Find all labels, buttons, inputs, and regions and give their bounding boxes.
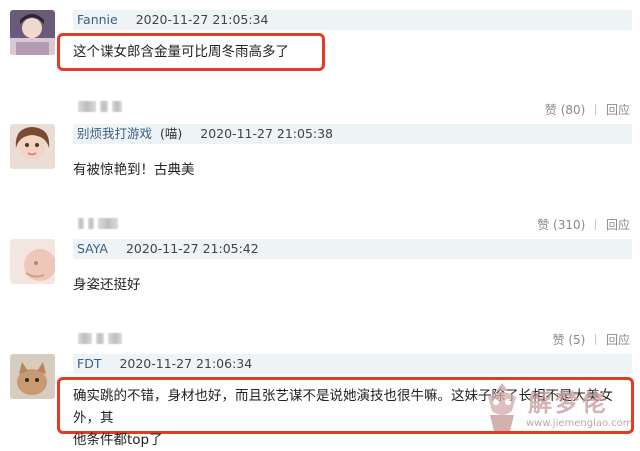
- user-note: (喵): [160, 126, 183, 141]
- comment-header: SAYA 2020-11-27 21:05:42: [73, 239, 632, 259]
- reply-button[interactable]: 回应: [606, 103, 630, 117]
- comment-timestamp: 2020-11-27 21:05:34: [135, 12, 269, 27]
- like-button[interactable]: 赞 (310): [537, 218, 585, 232]
- watermark-url: www.jiemenglao.com: [526, 418, 633, 429]
- avatar[interactable]: [10, 239, 55, 284]
- blurred-content: [78, 96, 126, 112]
- avatar[interactable]: [10, 10, 55, 55]
- comment-actions: 赞 (5) 回应: [553, 331, 631, 348]
- divider: [595, 219, 597, 230]
- username-link[interactable]: SAYA: [77, 241, 108, 256]
- reply-button[interactable]: 回应: [606, 218, 630, 232]
- watermark-title: 解梦佬: [528, 389, 609, 417]
- comment-header: Fannie 2020-11-27 21:05:34: [73, 10, 632, 30]
- comment-text: 这个谍女郎含金量可比周冬雨高多了: [73, 44, 289, 60]
- blurred-content: [78, 213, 122, 229]
- comment-actions: 赞 (310) 回应: [537, 216, 630, 233]
- comment-text: 身姿还挺好: [73, 277, 141, 293]
- like-button[interactable]: 赞 (80): [545, 103, 585, 117]
- comment-actions: 赞 (80) 回应: [545, 101, 630, 118]
- avatar[interactable]: [10, 124, 55, 169]
- avatar[interactable]: [10, 354, 55, 399]
- divider: [595, 104, 597, 115]
- comment-text: 有被惊艳到！古典美: [73, 162, 195, 178]
- comment-header: 别烦我打游戏 (喵) 2020-11-27 21:05:38: [73, 124, 632, 144]
- like-button[interactable]: 赞 (5): [553, 333, 586, 347]
- divider: [595, 334, 597, 345]
- username-link[interactable]: FDT: [77, 356, 101, 371]
- blurred-content: [78, 328, 126, 344]
- username-link[interactable]: 别烦我打游戏: [77, 126, 152, 141]
- watermark-logo-icon: [488, 383, 516, 431]
- comment-timestamp: 2020-11-27 21:05:38: [200, 126, 334, 141]
- reply-button[interactable]: 回应: [606, 333, 630, 347]
- site-watermark: 解梦佬 www.jiemenglao.com: [480, 381, 633, 437]
- comment-header: FDT 2020-11-27 21:06:34: [73, 354, 632, 374]
- comment-timestamp: 2020-11-27 21:06:34: [119, 356, 253, 371]
- username-link[interactable]: Fannie: [77, 12, 118, 27]
- comment-timestamp: 2020-11-27 21:05:42: [125, 241, 259, 256]
